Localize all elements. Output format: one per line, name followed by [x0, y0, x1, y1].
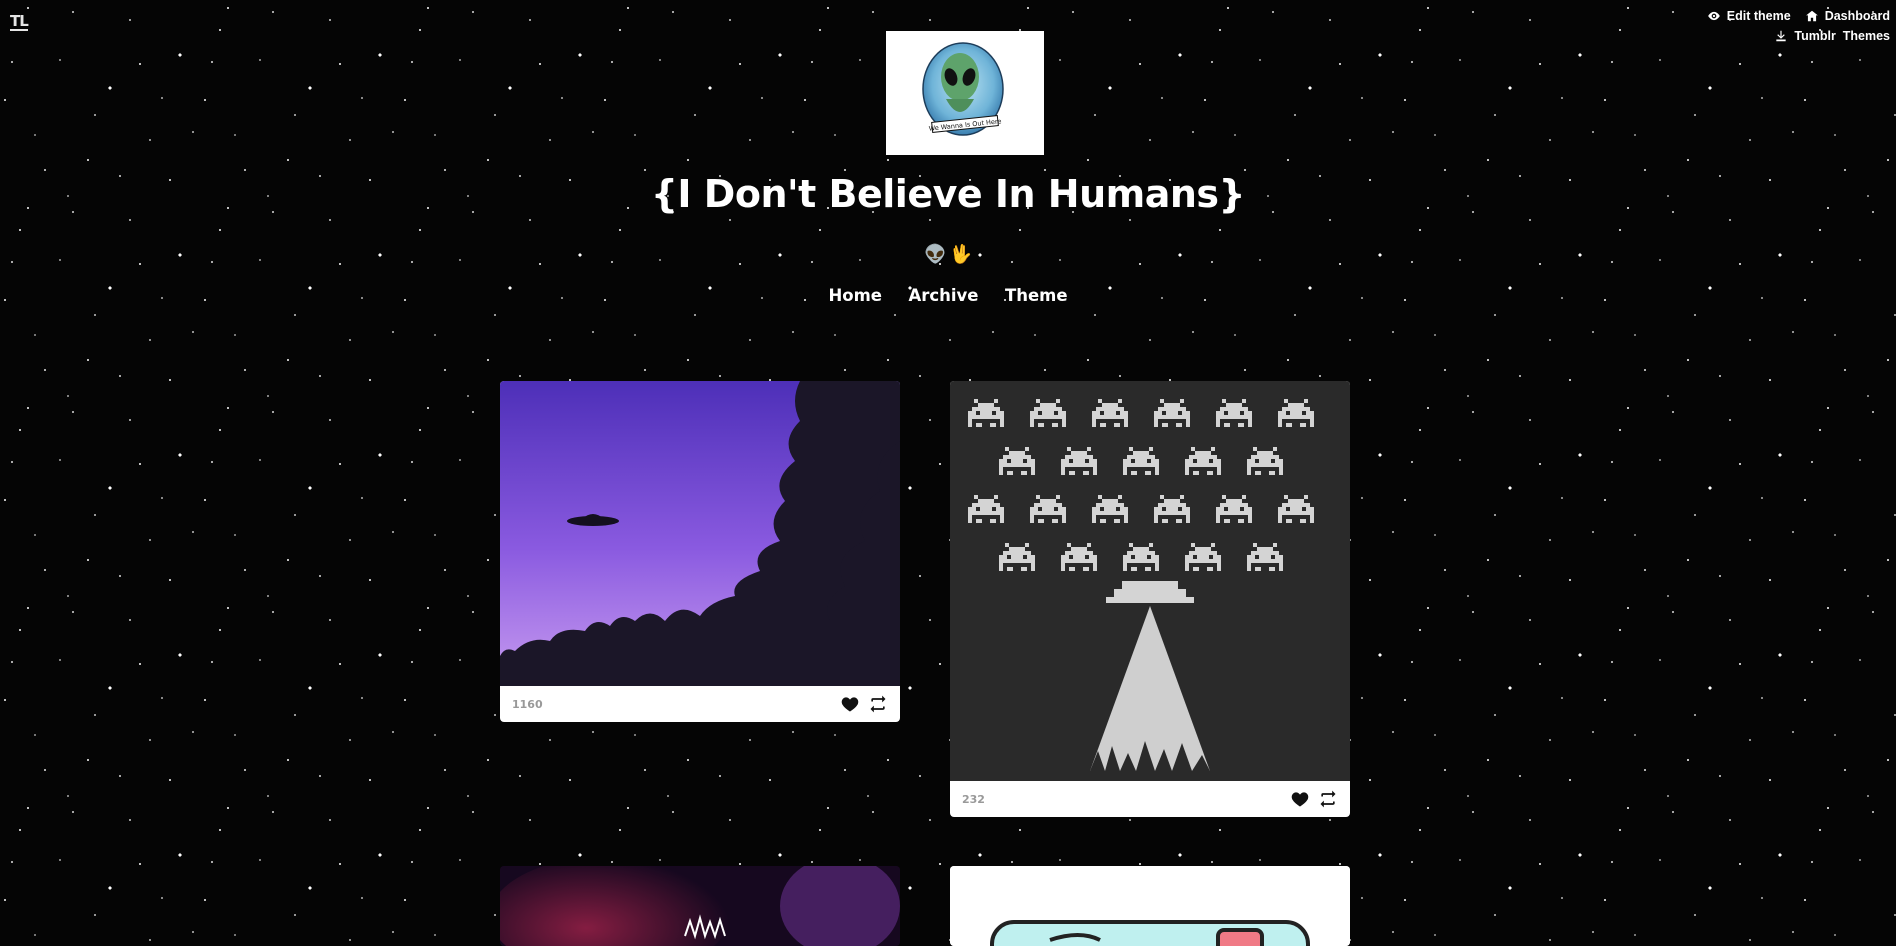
tumblr-themes-label: Tumblr Themes: [1794, 29, 1890, 43]
post-footer: 232: [950, 781, 1350, 817]
alien-avatar-image: We Wanna Is Out Here: [922, 42, 1004, 136]
blog-avatar[interactable]: We Wanna Is Out Here: [886, 31, 1044, 155]
reblog-icon[interactable]: [1318, 789, 1338, 809]
edit-theme-link[interactable]: Edit theme: [1707, 9, 1791, 23]
post-photo-space-invaders[interactable]: [950, 381, 1350, 781]
download-icon: [1776, 30, 1787, 42]
post-photo-cartoon[interactable]: [950, 866, 1350, 946]
theme-logo[interactable]: TL: [10, 14, 29, 31]
heart-icon[interactable]: [840, 694, 860, 714]
photo-post: 1160: [500, 381, 900, 722]
blog-description: 👽 🖖: [0, 244, 1896, 265]
alien-emoji: 👽: [924, 244, 947, 264]
vulcan-salute-emoji: 🖖: [949, 244, 972, 264]
dashboard-link[interactable]: Dashboard: [1805, 9, 1890, 23]
post-footer: 1160: [500, 686, 900, 722]
dashboard-label: Dashboard: [1824, 9, 1890, 23]
photo-post: 232: [950, 381, 1350, 817]
note-count[interactable]: 232: [962, 793, 985, 806]
nav-archive-link[interactable]: Archive: [908, 286, 978, 305]
photo-post: [950, 866, 1350, 946]
home-icon: [1805, 10, 1818, 22]
blog-title[interactable]: {I Don't Believe In Humans}: [0, 172, 1896, 216]
photo-post: [500, 866, 900, 946]
edit-theme-label: Edit theme: [1726, 9, 1791, 23]
eye-icon: [1707, 11, 1720, 21]
reblog-icon[interactable]: [868, 694, 888, 714]
heart-icon[interactable]: [1290, 789, 1310, 809]
nav-theme-link[interactable]: Theme: [1005, 286, 1068, 305]
post-photo-ufo-sky[interactable]: [500, 381, 900, 686]
nav-home-link[interactable]: Home: [828, 286, 882, 305]
tumblr-themes-link[interactable]: Tumblr Themes: [1774, 29, 1890, 43]
note-count[interactable]: 1160: [512, 698, 543, 711]
post-photo-dark-abstract[interactable]: [500, 866, 900, 946]
tumblr-controls: Edit theme Dashboard Tumblr Themes: [1707, 6, 1890, 46]
blog-navigation: Home Archive Theme: [0, 286, 1896, 306]
